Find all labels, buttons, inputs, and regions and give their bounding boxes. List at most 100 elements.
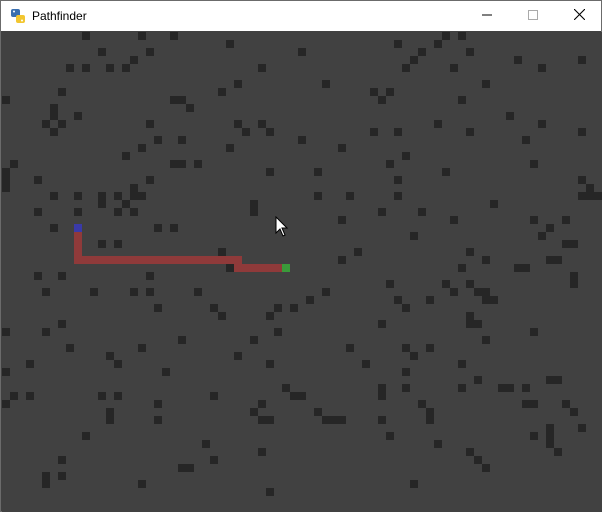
wall-cell[interactable]	[482, 296, 490, 304]
wall-cell[interactable]	[386, 160, 394, 168]
wall-cell[interactable]	[306, 296, 314, 304]
wall-cell[interactable]	[2, 168, 10, 176]
wall-cell[interactable]	[490, 296, 498, 304]
path-cell[interactable]	[234, 256, 242, 264]
wall-cell[interactable]	[490, 200, 498, 208]
wall-cell[interactable]	[410, 232, 418, 240]
wall-cell[interactable]	[106, 352, 114, 360]
path-cell[interactable]	[250, 264, 258, 272]
wall-cell[interactable]	[146, 272, 154, 280]
wall-cell[interactable]	[402, 384, 410, 392]
wall-cell[interactable]	[338, 144, 346, 152]
wall-cell[interactable]	[58, 472, 66, 480]
wall-cell[interactable]	[130, 208, 138, 216]
path-cell[interactable]	[146, 256, 154, 264]
wall-cell[interactable]	[114, 392, 122, 400]
wall-cell[interactable]	[426, 344, 434, 352]
wall-cell[interactable]	[466, 48, 474, 56]
wall-cell[interactable]	[210, 392, 218, 400]
wall-cell[interactable]	[154, 304, 162, 312]
wall-cell[interactable]	[514, 264, 522, 272]
wall-cell[interactable]	[98, 240, 106, 248]
wall-cell[interactable]	[114, 192, 122, 200]
wall-cell[interactable]	[122, 152, 130, 160]
wall-cell[interactable]	[258, 416, 266, 424]
wall-cell[interactable]	[370, 128, 378, 136]
wall-cell[interactable]	[170, 160, 178, 168]
wall-cell[interactable]	[394, 128, 402, 136]
path-cell[interactable]	[226, 256, 234, 264]
wall-cell[interactable]	[66, 344, 74, 352]
start-cell[interactable]	[74, 224, 82, 232]
wall-cell[interactable]	[266, 168, 274, 176]
wall-cell[interactable]	[146, 120, 154, 128]
path-cell[interactable]	[210, 256, 218, 264]
wall-cell[interactable]	[170, 32, 178, 40]
wall-cell[interactable]	[498, 384, 506, 392]
wall-cell[interactable]	[442, 280, 450, 288]
path-cell[interactable]	[162, 256, 170, 264]
wall-cell[interactable]	[418, 48, 426, 56]
wall-cell[interactable]	[466, 320, 474, 328]
wall-cell[interactable]	[482, 336, 490, 344]
wall-cell[interactable]	[266, 128, 274, 136]
wall-cell[interactable]	[554, 256, 562, 264]
pathfinder-grid[interactable]	[2, 32, 602, 512]
wall-cell[interactable]	[594, 192, 602, 200]
wall-cell[interactable]	[522, 136, 530, 144]
wall-cell[interactable]	[458, 96, 466, 104]
wall-cell[interactable]	[98, 392, 106, 400]
path-cell[interactable]	[122, 256, 130, 264]
wall-cell[interactable]	[474, 456, 482, 464]
wall-cell[interactable]	[578, 128, 586, 136]
wall-cell[interactable]	[58, 320, 66, 328]
wall-cell[interactable]	[314, 192, 322, 200]
wall-cell[interactable]	[106, 64, 114, 72]
wall-cell[interactable]	[226, 144, 234, 152]
wall-cell[interactable]	[442, 32, 450, 40]
wall-cell[interactable]	[50, 224, 58, 232]
wall-cell[interactable]	[146, 288, 154, 296]
wall-cell[interactable]	[506, 384, 514, 392]
maximize-button[interactable]	[510, 1, 556, 31]
wall-cell[interactable]	[98, 200, 106, 208]
wall-cell[interactable]	[138, 480, 146, 488]
path-cell[interactable]	[130, 256, 138, 264]
wall-cell[interactable]	[226, 264, 234, 272]
wall-cell[interactable]	[338, 416, 346, 424]
wall-cell[interactable]	[458, 32, 466, 40]
wall-cell[interactable]	[26, 360, 34, 368]
wall-cell[interactable]	[530, 216, 538, 224]
wall-cell[interactable]	[154, 416, 162, 424]
wall-cell[interactable]	[242, 128, 250, 136]
wall-cell[interactable]	[74, 112, 82, 120]
path-cell[interactable]	[178, 256, 186, 264]
wall-cell[interactable]	[442, 168, 450, 176]
wall-cell[interactable]	[370, 88, 378, 96]
wall-cell[interactable]	[218, 248, 226, 256]
wall-cell[interactable]	[378, 384, 386, 392]
wall-cell[interactable]	[418, 208, 426, 216]
wall-cell[interactable]	[218, 312, 226, 320]
wall-cell[interactable]	[138, 32, 146, 40]
wall-cell[interactable]	[378, 208, 386, 216]
wall-cell[interactable]	[170, 224, 178, 232]
wall-cell[interactable]	[58, 88, 66, 96]
wall-cell[interactable]	[434, 120, 442, 128]
wall-cell[interactable]	[130, 192, 138, 200]
wall-cell[interactable]	[34, 208, 42, 216]
wall-cell[interactable]	[178, 160, 186, 168]
path-cell[interactable]	[258, 264, 266, 272]
wall-cell[interactable]	[338, 256, 346, 264]
wall-cell[interactable]	[458, 264, 466, 272]
wall-cell[interactable]	[138, 344, 146, 352]
wall-cell[interactable]	[194, 160, 202, 168]
wall-cell[interactable]	[2, 368, 10, 376]
wall-cell[interactable]	[282, 384, 290, 392]
path-cell[interactable]	[218, 256, 226, 264]
wall-cell[interactable]	[98, 192, 106, 200]
wall-cell[interactable]	[546, 256, 554, 264]
path-cell[interactable]	[90, 256, 98, 264]
wall-cell[interactable]	[266, 360, 274, 368]
wall-cell[interactable]	[482, 80, 490, 88]
